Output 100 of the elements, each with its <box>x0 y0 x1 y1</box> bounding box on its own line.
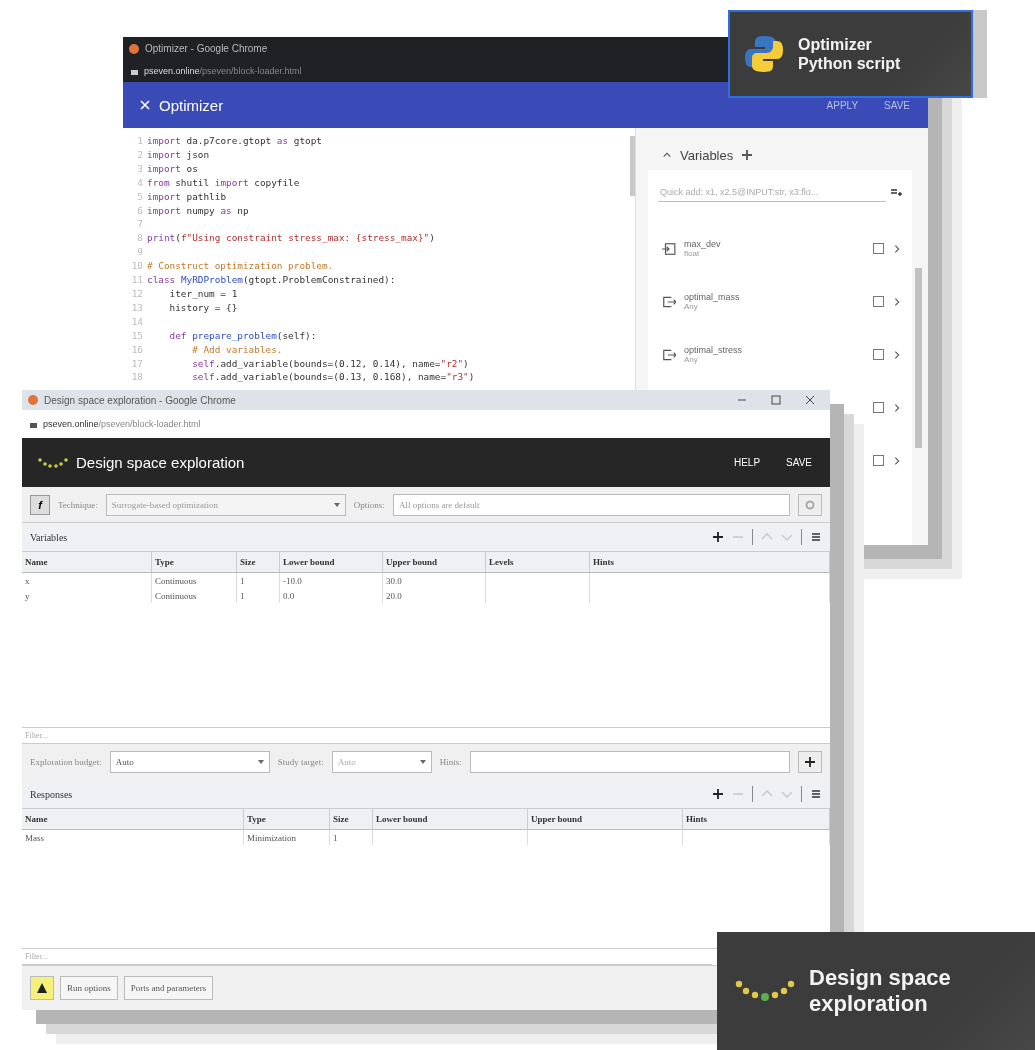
code-line: class MyRDProblem(gtopt.ProblemConstrained): <box>147 273 396 287</box>
variable-name: optimal_mass <box>684 292 741 302</box>
header-button[interactable]: SAVE <box>784 455 814 470</box>
table-cell: 0.0 <box>280 588 383 603</box>
chevron-right-icon <box>892 455 902 466</box>
table-cell: x <box>22 573 152 588</box>
window-title: Design space exploration - Google Chrome <box>44 394 236 406</box>
plus-icon <box>804 756 816 768</box>
column-header[interactable]: Upper bound <box>383 552 486 573</box>
code-line: self.add_variable(bounds=(0.13, 0.168), name="r3") <box>191 370 475 385</box>
line-number: 15 <box>130 328 144 343</box>
column-header[interactable]: Upper bound <box>528 809 683 830</box>
menu-icon <box>810 531 822 543</box>
python-logo-icon <box>744 34 784 74</box>
code-line: from shutil import copyfile <box>147 175 300 190</box>
footer-button[interactable]: Run options <box>60 976 118 1000</box>
line-number: 2 <box>136 147 144 162</box>
column-header[interactable]: Type <box>152 552 237 573</box>
footer-button[interactable]: Ports and parameters <box>123 976 214 1000</box>
close-icon <box>139 99 151 111</box>
table-cell: -10.0 <box>280 573 383 588</box>
column-header[interactable]: Type <box>244 809 330 830</box>
plus-icon <box>741 149 754 161</box>
header-button[interactable]: SAVE <box>882 97 912 113</box>
line-number: 6 <box>136 203 144 218</box>
code-line: iter_num = 1 <box>168 286 238 301</box>
checkbox[interactable] <box>873 243 884 254</box>
column-header[interactable]: Name <box>22 552 152 573</box>
table-cell: Continuous <box>152 588 237 603</box>
app-title: Optimizer <box>159 96 224 114</box>
line-number: 16 <box>130 342 144 357</box>
variable-type: Any <box>684 355 699 364</box>
field-label: Hints: <box>439 757 462 767</box>
header-button[interactable]: APPLY <box>824 97 861 113</box>
function-button[interactable]: f <box>30 494 50 515</box>
column-header[interactable]: Hints <box>590 552 830 573</box>
hints-field[interactable] <box>469 751 790 773</box>
code-line: import pathlib <box>147 189 227 204</box>
options-field[interactable]: All options are default <box>392 493 790 516</box>
checkbox[interactable] <box>873 349 884 360</box>
url-text: pseven.online/pseven/block-loader.html <box>144 66 302 76</box>
line-number: 5 <box>136 189 144 204</box>
dots-logo-icon <box>735 980 795 1002</box>
table-cell: 1 <box>237 588 280 603</box>
lock-icon <box>30 420 37 428</box>
code-line: import da.p7core.gtopt as gtopt <box>147 134 322 148</box>
table-cell: 20.0 <box>383 588 486 603</box>
field-label: Options: <box>353 499 385 510</box>
table-cell: Continuous <box>152 573 237 588</box>
line-number: 3 <box>136 161 144 176</box>
column-header[interactable]: Lower bound <box>280 552 383 573</box>
table-cell: Minimization <box>244 830 330 845</box>
column-header[interactable]: Size <box>330 809 373 830</box>
dots-logo-icon <box>38 456 68 469</box>
code-line: self.add_variable(bounds=(0.12, 0.14), name="r2") <box>191 356 469 371</box>
code-line: history = {} <box>168 300 238 315</box>
line-number: 7 <box>136 217 144 232</box>
column-header[interactable]: Size <box>237 552 280 573</box>
add-button[interactable] <box>798 751 822 773</box>
checkbox[interactable] <box>873 296 884 307</box>
panel-title: Variables <box>680 147 734 163</box>
variable-name: max_dev <box>684 239 722 249</box>
section-title: Variables <box>30 531 68 543</box>
chevron-down-icon <box>781 531 793 543</box>
code-line: def prepare_problem(self): <box>168 328 317 343</box>
scrollbar-thumb[interactable] <box>630 136 635 196</box>
output-icon <box>662 347 676 362</box>
maximize-icon <box>770 394 782 406</box>
output-icon <box>662 294 676 309</box>
code-line: import json <box>147 147 210 162</box>
field-label: Study target: <box>277 757 324 767</box>
column-header[interactable]: Levels <box>486 552 590 573</box>
line-number: 8 <box>136 231 144 246</box>
column-header[interactable]: Hints <box>683 809 830 830</box>
lock-icon <box>131 67 138 75</box>
code-line: # Add variables. <box>191 342 283 357</box>
checkbox[interactable] <box>873 455 884 466</box>
checkbox[interactable] <box>873 402 884 413</box>
budget-select[interactable]: Auto <box>109 751 270 773</box>
url-text: pseven.online/pseven/block-loader.html <box>43 419 201 429</box>
dropdown-caret-icon <box>257 760 264 764</box>
close-icon <box>804 394 816 406</box>
header-button[interactable]: HELP <box>731 455 763 470</box>
scrollbar-thumb[interactable] <box>915 268 922 448</box>
column-header[interactable]: Lower bound <box>373 809 528 830</box>
chevron-right-icon <box>892 296 902 307</box>
line-number: 17 <box>130 356 144 371</box>
dropdown-caret-icon <box>333 502 340 507</box>
app-title: Design space exploration <box>76 454 245 471</box>
favicon-icon <box>129 43 139 54</box>
code-line: import os <box>147 161 198 176</box>
dropdown-caret-icon <box>419 760 426 764</box>
quick-add-field[interactable]: Quick add: x1, x2.5@INPUT:str, x3:flo... <box>658 182 886 202</box>
settings-icon <box>804 498 816 511</box>
line-number: 13 <box>130 300 144 315</box>
line-number: 11 <box>130 273 144 287</box>
warning-button[interactable] <box>30 976 54 1000</box>
column-header[interactable]: Name <box>22 809 244 830</box>
variable-type: Any <box>684 302 699 311</box>
table-cell: 1 <box>237 573 280 588</box>
